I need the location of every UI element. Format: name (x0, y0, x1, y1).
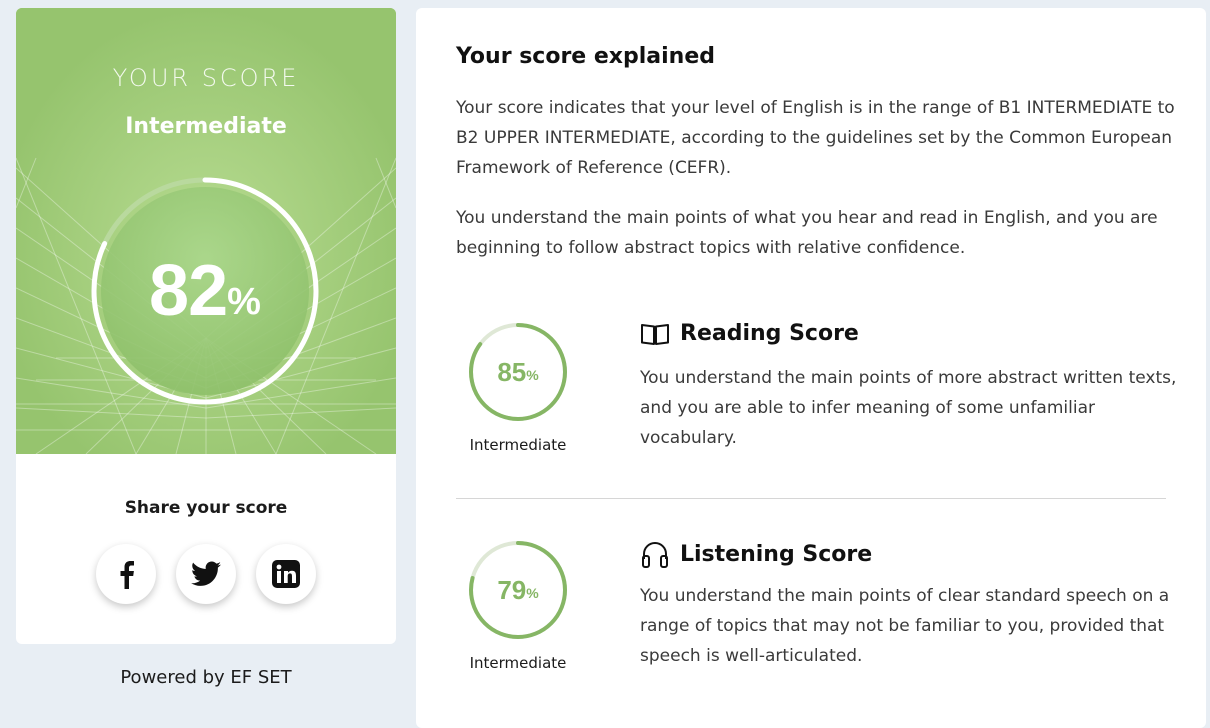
book-icon (641, 323, 669, 345)
reading-level: Intermediate (469, 436, 567, 454)
twitter-icon (191, 561, 221, 586)
reading-description: You understand the main points of more a… (640, 368, 1177, 448)
facebook-icon (120, 561, 134, 589)
score-explanation-panel: Your score explained Your score indicate… (416, 8, 1206, 728)
overall-score-number: 82 (149, 251, 228, 331)
listening-score-unit: % (526, 585, 539, 601)
twitter-share-button[interactable] (176, 544, 236, 604)
listening-score-value: 79% (468, 540, 568, 640)
overall-level: Intermediate (125, 114, 287, 139)
explanation-paragraph-1: Your score indicates that your level of … (456, 98, 1175, 178)
explanation-title: Your score explained (456, 44, 715, 69)
section-divider (456, 498, 1166, 499)
listening-description: You understand the main points of clear … (640, 586, 1170, 666)
reading-score-unit: % (526, 367, 539, 383)
listening-level: Intermediate (469, 654, 567, 672)
reading-title: Reading Score (640, 321, 859, 346)
listening-title-text: Listening Score (680, 541, 873, 567)
powered-by-label: Powered by EF SET (120, 667, 292, 688)
explanation-paragraph-2: You understand the main points of what y… (456, 208, 1158, 258)
score-header: YOUR SCORE Intermediate 82% (16, 8, 396, 454)
overall-score-value: 82% (88, 174, 322, 408)
headphones-icon (642, 542, 668, 568)
reading-score-number: 85 (497, 356, 527, 387)
reading-score-value: 85% (468, 322, 568, 422)
your-score-label: YOUR SCORE (112, 64, 300, 92)
reading-title-text: Reading Score (680, 321, 859, 346)
listening-score-number: 79 (497, 574, 527, 605)
listening-title: Listening Score (640, 539, 872, 569)
share-title: Share your score (124, 498, 288, 518)
linkedin-share-button[interactable] (256, 544, 316, 604)
linkedin-icon (272, 560, 300, 588)
score-card: YOUR SCORE Intermediate 82% Share your s… (16, 8, 396, 644)
facebook-share-button[interactable] (96, 544, 156, 604)
overall-score-unit: % (227, 280, 261, 323)
